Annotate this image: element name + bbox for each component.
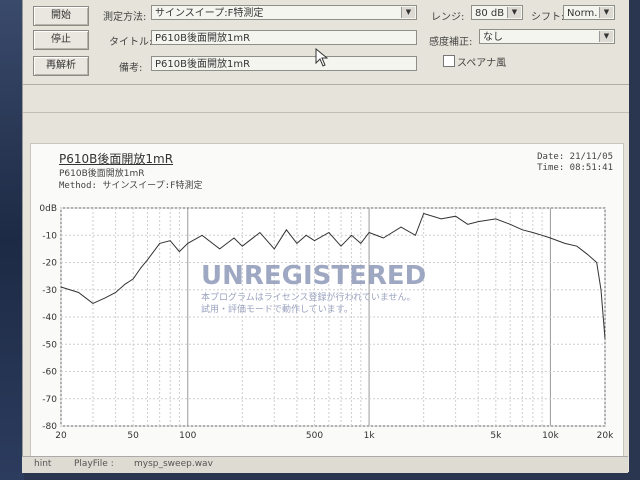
stop-button[interactable]: 停止 xyxy=(33,30,89,50)
range-value: 80 dB xyxy=(475,8,505,19)
x-tick-label: 50 xyxy=(127,431,139,441)
chevron-down-icon[interactable]: ▼ xyxy=(401,7,415,18)
y-tick-label: -10 xyxy=(42,231,57,241)
divider xyxy=(23,84,629,85)
playfile-label: PlayFile : xyxy=(74,459,114,469)
graph-panel: P610B後面開放1mR P610B後面開放1mR Method: サインスイー… xyxy=(30,143,624,457)
x-tick-label: 5k xyxy=(490,431,502,441)
y-tick-label: -30 xyxy=(42,286,57,296)
x-tick-label: 500 xyxy=(306,431,323,441)
y-tick-label: -60 xyxy=(42,368,57,378)
memo-label: 備考: xyxy=(119,63,143,74)
x-tick-label: 10k xyxy=(542,431,559,441)
notice-line-2: 試用・評価モードで動作しています。 xyxy=(201,303,353,315)
method-value: サインスイープ:F特測定 xyxy=(155,8,264,19)
range-select[interactable]: 80 dB ▼ xyxy=(471,5,523,20)
mouse-cursor-icon xyxy=(315,48,329,67)
desktop-background xyxy=(0,0,24,480)
method-select[interactable]: サインスイープ:F特測定 ▼ xyxy=(151,5,417,20)
divider xyxy=(23,112,629,113)
shift-label: シフト: xyxy=(531,12,565,23)
y-tick-label: -20 xyxy=(42,259,57,269)
watermark-text: UNREGISTERED xyxy=(201,261,426,291)
memo-input[interactable]: P610B後面開放1mR xyxy=(151,56,417,71)
y-axis-ticks: 0dB-10-20-30-40-50-60-70-80 xyxy=(39,204,57,432)
x-axis-ticks: 20 50 100 500 1k 5k 10k 20k xyxy=(55,431,614,441)
reanalyze-button[interactable]: 再解析 xyxy=(33,56,89,76)
x-tick-label: 20k xyxy=(597,431,614,441)
sensitivity-label: 感度補正: xyxy=(429,37,473,48)
sensitivity-select[interactable]: なし ▼ xyxy=(479,29,615,44)
method-label: 測定方法: xyxy=(103,12,147,23)
chevron-down-icon[interactable]: ▼ xyxy=(599,31,613,42)
sensitivity-value: なし xyxy=(483,32,503,43)
start-button[interactable]: 開始 xyxy=(33,6,89,26)
x-tick-label: 20 xyxy=(55,431,67,441)
y-tick-label: -50 xyxy=(42,340,57,350)
shift-value: Norm. xyxy=(567,8,598,19)
x-tick-label: 1k xyxy=(364,431,376,441)
chevron-down-icon[interactable]: ▼ xyxy=(507,7,521,18)
y-tick-label: -70 xyxy=(42,395,57,405)
range-label: レンジ: xyxy=(431,12,465,23)
frequency-response-chart: 0dB-10-20-30-40-50-60-70-80 20 50 100 500 1k… xyxy=(39,204,614,441)
x-tick-label: 100 xyxy=(179,431,196,441)
title-input[interactable]: P610B後面開放1mR xyxy=(151,30,417,45)
status-bar: hint PlayFile : mysp_sweep.wav xyxy=(22,456,628,473)
playfile-value: mysp_sweep.wav xyxy=(134,459,213,469)
y-tick-label: 0dB xyxy=(39,204,57,214)
spectrum-checkbox[interactable] xyxy=(443,55,455,67)
shift-select[interactable]: Norm. ▼ xyxy=(563,5,615,20)
chevron-down-icon[interactable]: ▼ xyxy=(599,7,613,18)
title-label: タイトル: xyxy=(109,37,153,48)
notice-line-1: 本プログラムはライセンス登録が行われていません。 xyxy=(201,291,416,303)
y-tick-label: -40 xyxy=(42,313,57,323)
status-hint: hint xyxy=(34,459,52,469)
spectrum-label: スペアナ風 xyxy=(457,58,507,69)
